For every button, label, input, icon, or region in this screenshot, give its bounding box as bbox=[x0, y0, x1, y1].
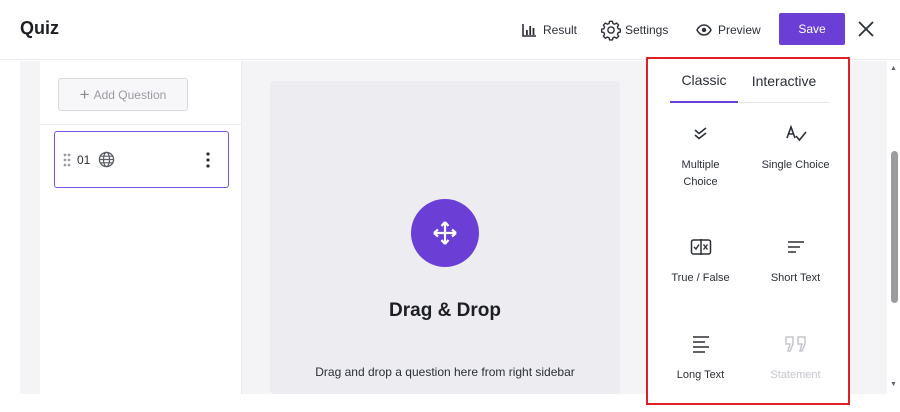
move-arrows-icon bbox=[411, 199, 479, 267]
eye-icon bbox=[696, 24, 712, 36]
type-short-text[interactable]: Short Text bbox=[748, 232, 843, 287]
plus-icon: + bbox=[79, 85, 90, 104]
divider bbox=[40, 124, 242, 125]
type-label: Statement bbox=[770, 369, 821, 381]
settings-label: Settings bbox=[625, 23, 669, 37]
result-label: Result bbox=[543, 23, 578, 37]
drag-handle-icon[interactable] bbox=[63, 153, 71, 167]
question-types-sidebar: Classic Interactive Multiple Choice Sing… bbox=[646, 57, 850, 405]
type-statement: Statement bbox=[748, 329, 843, 384]
tab-classic[interactable]: Classic bbox=[670, 59, 738, 103]
type-long-text[interactable]: Long Text bbox=[653, 329, 748, 384]
drop-zone[interactable]: Drag & Drop Drag and drop a question her… bbox=[270, 81, 620, 394]
drop-zone-subtitle: Drag and drop a question here from right… bbox=[315, 365, 575, 379]
type-label-line2: Choice bbox=[683, 176, 718, 188]
type-label: Long Text bbox=[676, 369, 725, 381]
page-scrollbar[interactable]: ▲ ▼ bbox=[887, 61, 900, 394]
scroll-down-icon[interactable]: ▼ bbox=[890, 381, 897, 389]
quote-icon bbox=[784, 336, 806, 352]
type-multiple-choice[interactable]: Multiple Choice bbox=[653, 119, 748, 191]
page-title: Quiz bbox=[20, 18, 59, 38]
settings-button[interactable]: Settings bbox=[600, 16, 668, 44]
true-false-icon bbox=[690, 239, 711, 255]
long-text-icon bbox=[692, 336, 709, 353]
single-check-icon bbox=[785, 125, 807, 142]
question-number: 01 bbox=[77, 152, 91, 167]
top-bar: Quiz Result Settings Preview Save bbox=[0, 0, 900, 60]
question-list-panel: + Add Question 01 bbox=[40, 61, 242, 394]
preview-label: Preview bbox=[718, 23, 761, 37]
type-true-false[interactable]: True / False bbox=[653, 232, 748, 287]
double-check-icon bbox=[693, 127, 706, 140]
gear-icon bbox=[600, 20, 622, 41]
short-text-icon bbox=[787, 241, 804, 253]
add-question-button[interactable]: + Add Question bbox=[58, 78, 188, 111]
type-single-choice[interactable]: Single Choice bbox=[748, 119, 843, 174]
bar-chart-icon bbox=[522, 24, 536, 37]
sidebar-tabs: Classic Interactive bbox=[670, 59, 830, 103]
type-label: Multiple bbox=[681, 159, 720, 171]
type-label: Single Choice bbox=[761, 159, 830, 171]
tab-interactive[interactable]: Interactive bbox=[738, 59, 830, 103]
drop-zone-title: Drag & Drop bbox=[389, 300, 501, 321]
scroll-up-icon[interactable]: ▲ bbox=[890, 65, 897, 73]
scroll-thumb[interactable] bbox=[891, 151, 898, 303]
preview-button[interactable]: Preview bbox=[696, 16, 761, 44]
type-label: True / False bbox=[671, 272, 730, 284]
close-icon[interactable] bbox=[856, 19, 876, 39]
more-options-icon[interactable] bbox=[206, 152, 210, 168]
result-button[interactable]: Result bbox=[522, 16, 577, 44]
globe-icon bbox=[99, 151, 115, 168]
question-item[interactable]: 01 bbox=[54, 131, 229, 188]
type-label: Short Text bbox=[770, 272, 821, 284]
add-question-label: Add Question bbox=[93, 87, 167, 102]
save-button[interactable]: Save bbox=[779, 13, 845, 45]
